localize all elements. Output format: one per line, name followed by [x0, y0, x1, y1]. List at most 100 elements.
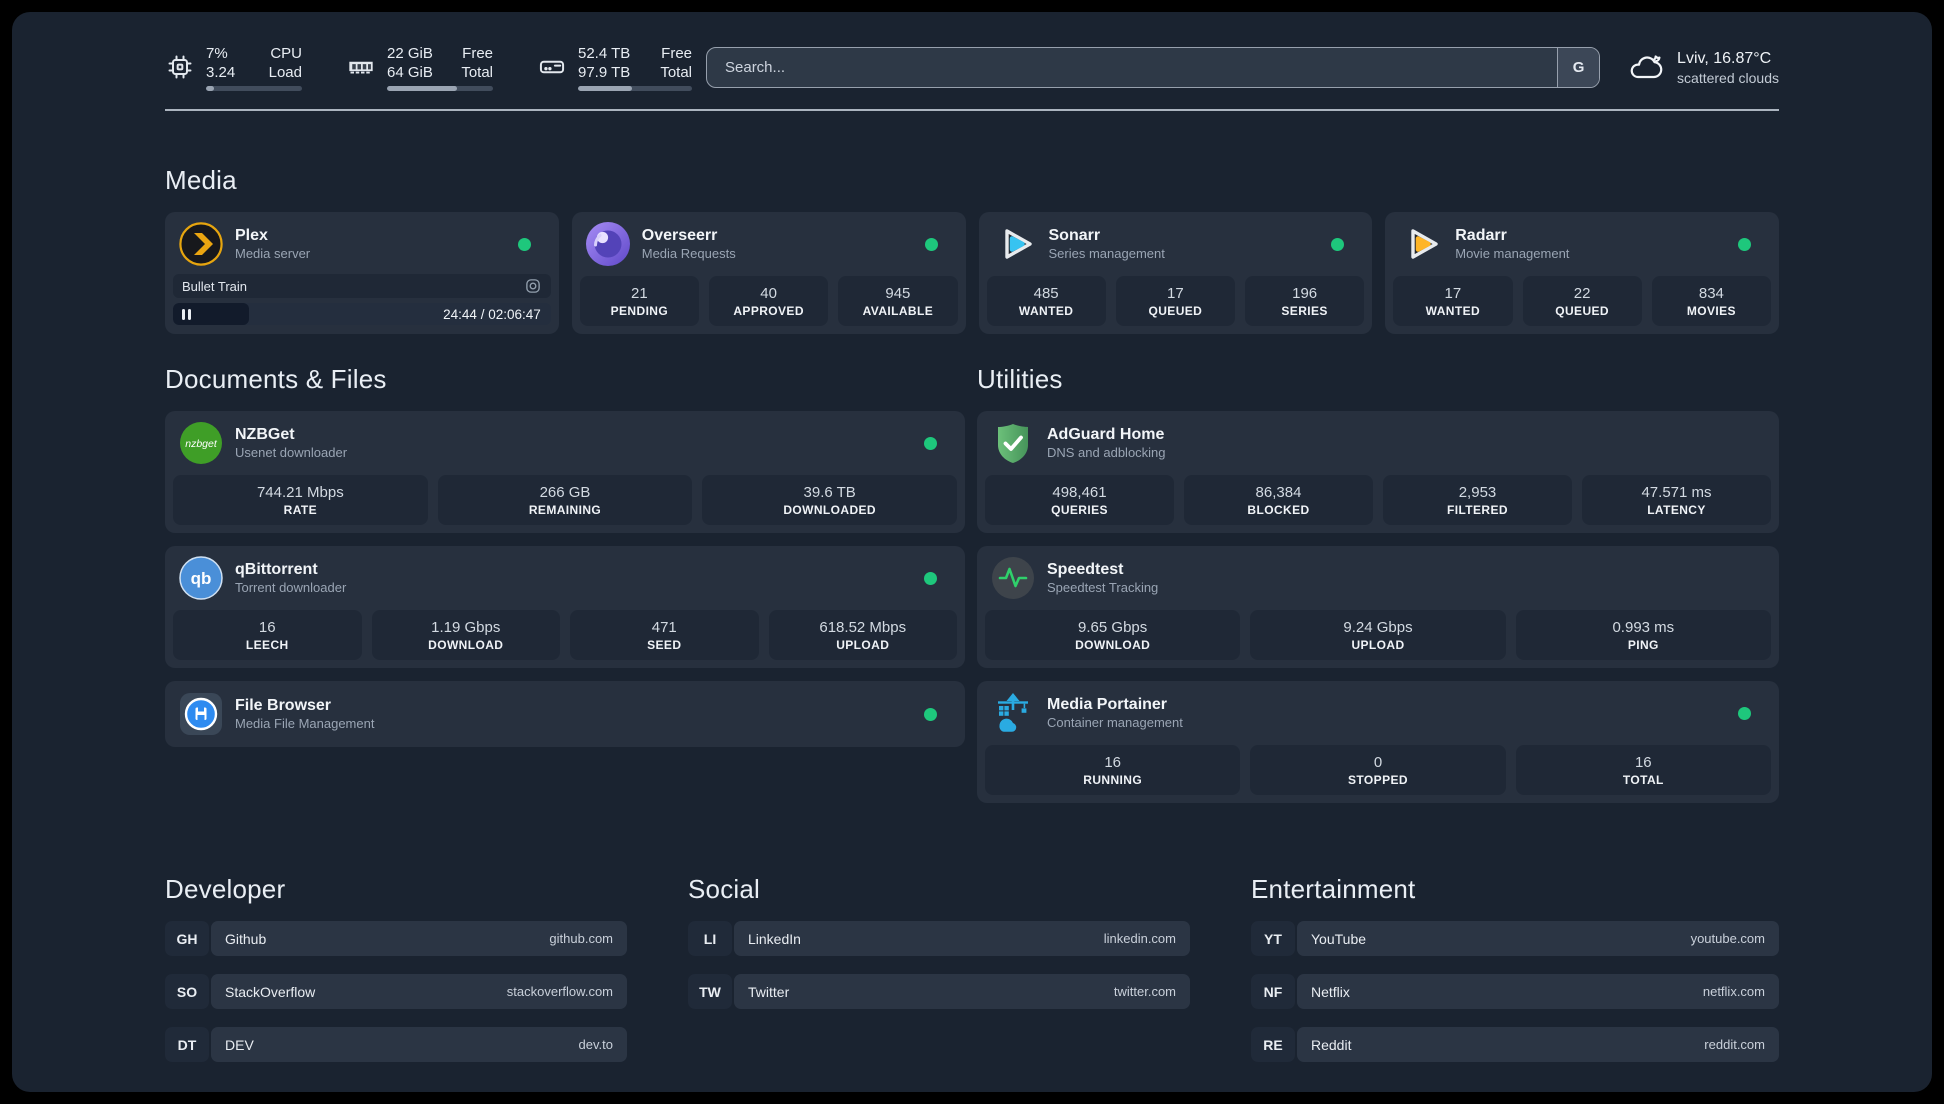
adguard-icon [991, 421, 1035, 465]
pause-icon [182, 308, 191, 320]
bookmark-abbr: TW [688, 974, 732, 1009]
app-card-speedtest[interactable]: Speedtest Speedtest Tracking 9.65 Gbps DO… [977, 546, 1779, 668]
bookmark-twitter[interactable]: TW Twitter twitter.com [688, 974, 1190, 1009]
stat-wanted: 485 WANTED [986, 276, 1106, 326]
top-bar: 7% 3.24 CPU Load 22 GiB 64 GiB Free Tota… [165, 39, 1779, 95]
stat-blocked: 86,384 BLOCKED [1184, 475, 1373, 525]
bookmark-linkedin[interactable]: LI LinkedIn linkedin.com [688, 921, 1190, 956]
stat-stopped: 0 STOPPED [1250, 745, 1506, 795]
cpu-load-label: Load [268, 63, 302, 81]
app-name: Radarr [1455, 227, 1507, 244]
memory-free-label: Free [462, 44, 493, 62]
bookmark-abbr: LI [688, 921, 732, 956]
bookmark-url: twitter.com [1113, 984, 1176, 999]
stat-series: 196 SERIES [1245, 276, 1365, 326]
bookmark-netflix[interactable]: NF Netflix netflix.com [1251, 974, 1779, 1009]
stat-latency: 47.571 ms LATENCY [1582, 475, 1771, 525]
stat-seed: 471 SEED [570, 610, 759, 660]
stat-pending: 21 PENDING [579, 276, 699, 326]
status-badge [924, 571, 937, 585]
bookmark-youtube[interactable]: YT YouTube youtube.com [1251, 921, 1779, 956]
memory-free-value: 22 GiB [387, 44, 433, 62]
bookmark-name: Reddit [1311, 1036, 1352, 1053]
bookmark-abbr: GH [165, 921, 209, 956]
stat-upload: 618.52 Mbps UPLOAD [768, 610, 957, 660]
app-description: Container management [1047, 715, 1183, 730]
status-badge [1331, 237, 1345, 251]
filebrowser-icon [179, 692, 223, 736]
app-card-filebrowser[interactable]: File Browser Media File Management [165, 681, 965, 747]
status-badge [924, 707, 937, 721]
search-engine-button[interactable]: G [1557, 47, 1600, 87]
bookmark-url: stackoverflow.com [506, 984, 613, 999]
bookmark-name: Netflix [1311, 983, 1350, 1000]
app-card-portainer[interactable]: Media Portainer Container management 16 R… [977, 681, 1779, 803]
stat-total: 16 TOTAL [1515, 745, 1771, 795]
app-name: NZBGet [235, 426, 295, 443]
section-title-documents: Documents & Files [165, 364, 387, 394]
app-card-qbittorrent[interactable]: qb qBittorrent Torrent downloader 16 LEEC… [165, 546, 965, 668]
bookmark-dev[interactable]: DT DEV dev.to [165, 1027, 627, 1062]
memory-widget: 22 GiB 64 GiB Free Total [346, 44, 493, 91]
app-name: Plex [235, 227, 268, 244]
app-description: Torrent downloader [235, 580, 347, 595]
weather-condition: scattered clouds [1677, 69, 1779, 86]
stat-ping: 0.993 ms PING [1515, 610, 1771, 660]
status-badge [924, 237, 938, 251]
bookmark-url: github.com [549, 931, 613, 946]
bookmark-group-social: Social LI LinkedIn linkedin.com TW Twitt… [688, 874, 1190, 1080]
memory-progress-bar [387, 85, 493, 91]
storage-icon [537, 52, 567, 82]
stat-wanted: 17 WANTED [1393, 276, 1513, 326]
app-description: Usenet downloader [235, 445, 348, 460]
weather-location-temp: Lviv, 16.87°C [1677, 49, 1772, 67]
bookmark-stackoverflow[interactable]: SO StackOverflow stackoverflow.com [165, 974, 627, 1009]
playback-progress-bar[interactable]: 24:44 / 02:06:47 [173, 303, 551, 325]
app-description: Movie management [1455, 246, 1570, 261]
stat-downloaded: 39.6 TB DOWNLOADED [702, 475, 958, 525]
stat-leech: 16 LEECH [173, 610, 362, 660]
app-card-sonarr[interactable]: Sonarr Series management 485 WANTED 17 QUE… [978, 212, 1373, 334]
svg-text:nzbget: nzbget [185, 438, 218, 450]
stat-queued: 22 QUEUED [1522, 276, 1642, 326]
cpu-label: CPU [270, 44, 302, 62]
app-name: File Browser [235, 697, 332, 714]
nzbget-icon: nzbget [179, 421, 223, 465]
storage-total-label: Total [660, 63, 692, 81]
bookmark-abbr: YT [1251, 921, 1295, 956]
bookmark-url: netflix.com [1702, 984, 1765, 999]
bookmark-name: DEV [225, 1036, 254, 1053]
header-divider [165, 109, 1779, 111]
memory-total-label: Total [461, 63, 493, 81]
app-card-overseerr[interactable]: Overseerr Media Requests 21 PENDING 40 APP… [571, 212, 966, 334]
stat-available: 945 AVAILABLE [838, 276, 958, 326]
app-card-plex[interactable]: Plex Media server Bullet Train 24:44 / 0… [165, 212, 559, 334]
stat-movies: 834 MOVIES [1651, 276, 1771, 326]
app-card-adguard[interactable]: AdGuard Home DNS and adblocking 498,461 Q… [977, 411, 1779, 533]
stat-running: 16 RUNNING [985, 745, 1241, 795]
bookmark-group-developer: Developer GH Github github.com SO StackO… [165, 874, 627, 1080]
bookmark-reddit[interactable]: RE Reddit reddit.com [1251, 1027, 1779, 1062]
app-card-radarr[interactable]: Radarr Movie management 17 WANTED 22 QUEUE… [1385, 212, 1779, 334]
stat-download: 1.19 Gbps DOWNLOAD [371, 610, 560, 660]
search-input[interactable] [707, 47, 1558, 87]
bookmark-name: Twitter [748, 983, 790, 1000]
bookmark-github[interactable]: GH Github github.com [165, 921, 627, 956]
storage-free-value: 52.4 TB [578, 44, 631, 62]
app-card-nzbget[interactable]: nzbget NZBGet Usenet downloader 744.21 M… [165, 411, 965, 533]
app-name: AdGuard Home [1047, 426, 1165, 443]
section-title-utilities: Utilities [977, 364, 1063, 394]
app-name: qBittorrent [235, 561, 318, 578]
bookmark-name: YouTube [1311, 930, 1367, 947]
bookmark-name: StackOverflow [225, 983, 316, 1000]
stat-filtered: 2,953 FILTERED [1383, 475, 1572, 525]
app-name: Overseerr [641, 227, 718, 244]
bookmark-url: reddit.com [1704, 1037, 1765, 1052]
status-badge [1738, 237, 1751, 251]
cpu-icon [165, 52, 195, 82]
now-playing-title: Bullet Train [182, 278, 248, 294]
bookmark-url: dev.to [578, 1037, 613, 1052]
app-description: DNS and adblocking [1047, 445, 1166, 460]
now-playing-item[interactable]: Bullet Train [173, 274, 551, 298]
app-description: Series management [1048, 246, 1165, 261]
